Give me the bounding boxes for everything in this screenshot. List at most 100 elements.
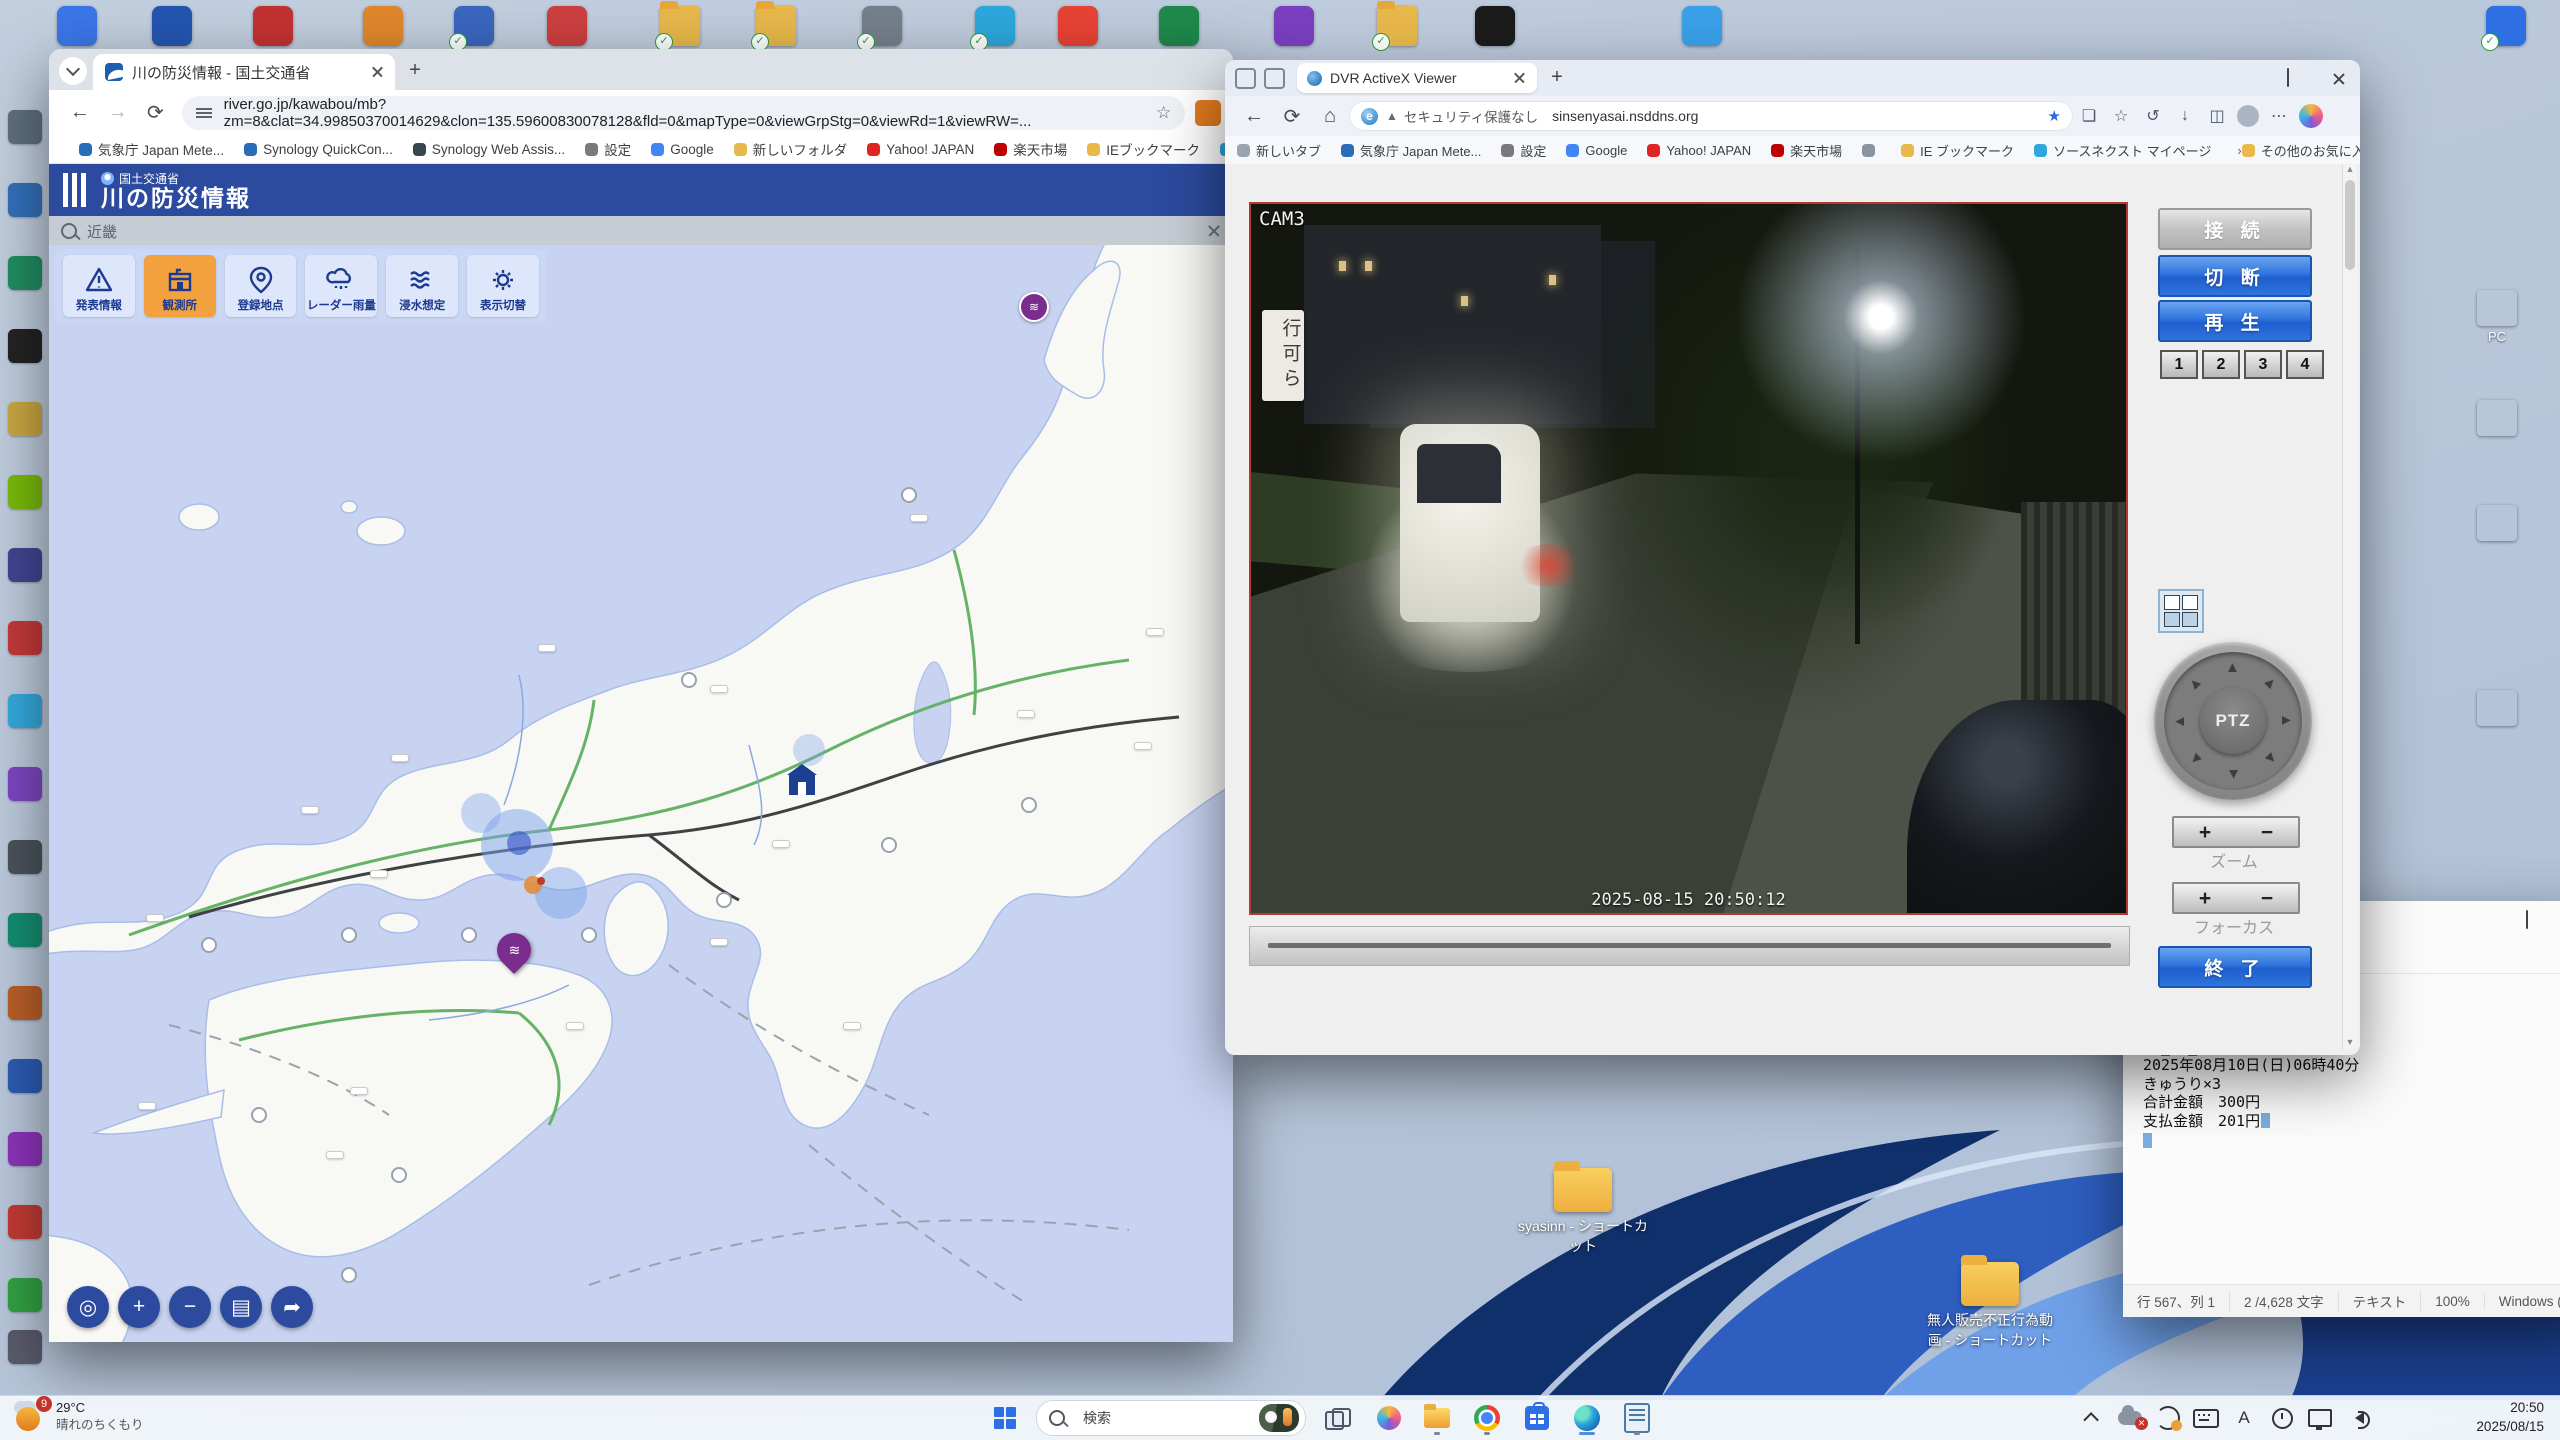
bookmark-item[interactable]: 新しいタブ (1237, 141, 1321, 160)
dvr-tab[interactable]: DVR ActiveX Viewer (1297, 63, 1537, 93)
address-bar[interactable]: river.go.jp/kawabou/mb?zm=8&clat=34.9985… (182, 95, 1186, 130)
nav-observatories-button[interactable]: 観測所 (143, 255, 216, 317)
desktop-icon[interactable] (8, 1059, 42, 1093)
file-explorer-button[interactable] (1418, 1400, 1456, 1436)
desktop-icon[interactable]: ✓ (970, 6, 1015, 51)
river-name-chip[interactable] (301, 806, 319, 814)
river-name-chip[interactable] (910, 514, 928, 522)
tray-overflow-chevron[interactable] (2076, 1400, 2108, 1436)
bookmark-item[interactable]: Synology Web Assis... (412, 139, 565, 159)
bookmark-item[interactable]: Synology QuickCon... (244, 139, 393, 159)
observatory-marker[interactable]: ≋ (1019, 292, 1049, 322)
desktop-icon[interactable]: ✓ (857, 6, 902, 51)
desktop-icon[interactable] (152, 6, 192, 46)
forward-button[interactable]: → (103, 101, 133, 124)
exit-button[interactable]: 終 了 (2158, 946, 2312, 988)
play-button[interactable]: 再 生 (2158, 300, 2312, 342)
extension-icon[interactable] (1195, 99, 1221, 126)
desktop-icon[interactable]: ✓ (1372, 1, 1417, 51)
camera-video[interactable]: 行可ら CAM3 2025-08-15 20:50:12 (1249, 202, 2128, 915)
desktop-icon[interactable] (1159, 6, 1199, 46)
close-button[interactable] (2549, 905, 2560, 935)
river-name-chip[interactable] (370, 870, 388, 878)
ptz-down-arrow[interactable]: ▲ (2226, 766, 2241, 783)
ptz-pad[interactable]: ▲ ▲ ▲ ▲ ▲ ▲ ▲ ▲ PTZ (2154, 642, 2312, 800)
zoom-in-button[interactable]: + (118, 1286, 160, 1328)
desktop-icon[interactable] (8, 621, 42, 655)
river-name-chip[interactable] (391, 754, 409, 762)
zoom-minus-button[interactable]: − (2261, 822, 2273, 843)
bookmark-item[interactable]: 設定 (585, 139, 631, 159)
bookmark-item[interactable]: ソースネクスト マイページ (2034, 141, 2211, 160)
focus-assist-icon[interactable] (2266, 1400, 2298, 1436)
zoom-out-button[interactable]: − (169, 1286, 211, 1328)
reload-button[interactable]: ⟳ (140, 100, 170, 125)
nav-flood-assumption-button[interactable]: 浸水想定 (386, 255, 459, 317)
bookmark-item[interactable]: Yahoo! JAPAN (1647, 141, 1751, 160)
quad-view-button[interactable] (2158, 589, 2204, 633)
desktop-icon[interactable] (8, 767, 42, 801)
river-name-chip[interactable] (843, 1022, 861, 1030)
river-name-chip[interactable] (772, 840, 790, 848)
channel-1-button[interactable]: 1 (2160, 350, 2198, 379)
other-favorites[interactable]: その他のお気に入り (2241, 141, 2360, 160)
river-name-chip[interactable] (710, 938, 728, 946)
river-name-chip[interactable] (1017, 710, 1035, 718)
connect-button[interactable]: 接 続 (2158, 208, 2312, 250)
focus-plus-button[interactable]: + (2199, 888, 2211, 909)
desktop-icon[interactable] (8, 1132, 42, 1166)
new-tab-button[interactable]: + (403, 59, 427, 83)
bookmark-item[interactable]: Yahoo! JAPAN (867, 139, 974, 159)
station-house-marker[interactable] (787, 764, 817, 795)
desktop-icon[interactable] (8, 548, 42, 582)
taskbar-clock[interactable]: 20:50 2025/08/15 (2476, 1399, 2544, 1437)
bookmark-item[interactable]: Google (651, 139, 714, 159)
bookmark-item[interactable]: IEブックマーク (1087, 139, 1200, 159)
maximize-button[interactable] (2266, 63, 2310, 93)
desktop-icon[interactable] (1058, 6, 1098, 46)
river-name-chip[interactable] (538, 644, 556, 652)
weather-widget[interactable]: 9 29°C 晴れのちくもり (14, 1396, 144, 1433)
desktop-icon[interactable] (8, 329, 42, 363)
river-name-chip[interactable] (1134, 742, 1152, 750)
river-map[interactable]: ≋ ≋ 発表情報 観測所 登録地点 レーダー雨量 浸水想定 表示切替 ◎ + −… (49, 245, 1233, 1342)
desktop-icon[interactable]: ✓ (655, 1, 700, 51)
river-name-chip[interactable] (138, 1102, 156, 1110)
desktop-icon[interactable] (2474, 505, 2520, 544)
volume-icon[interactable] (2342, 1400, 2374, 1436)
desktop-icon[interactable] (253, 6, 293, 46)
bookmark-star-filled-icon[interactable]: ★ (2048, 107, 2061, 125)
ptz-center[interactable]: PTZ (2200, 688, 2266, 754)
copilot-button[interactable] (1368, 1400, 1406, 1436)
reload-button[interactable]: ⟳ (1277, 104, 1307, 129)
page-scrollbar[interactable]: ▲ ▼ (2342, 164, 2357, 1049)
desktop-icon[interactable]: ✓ (449, 6, 494, 51)
desktop-icon[interactable] (8, 1278, 42, 1312)
desktop-icon[interactable] (1274, 6, 1314, 46)
locate-button[interactable]: ◎ (67, 1286, 109, 1328)
zoom-plus-button[interactable]: + (2199, 822, 2211, 843)
channel-3-button[interactable]: 3 (2244, 350, 2282, 379)
chrome-button[interactable] (1468, 1400, 1506, 1436)
desktop-icon[interactable] (57, 6, 97, 46)
taskbar-search[interactable]: 検索 (1036, 1400, 1306, 1436)
workspaces-icon[interactable] (1235, 67, 1256, 89)
desktop-icon[interactable] (1682, 6, 1722, 46)
ptz-left-arrow[interactable]: ▲ (2171, 714, 2188, 729)
back-button[interactable]: ← (1239, 105, 1269, 128)
nav-announcements-button[interactable]: 発表情報 (63, 255, 135, 317)
minimize-button[interactable] (2461, 905, 2505, 935)
river-name-chip[interactable] (1146, 628, 1164, 636)
maximize-button[interactable] (2505, 905, 2549, 935)
close-button[interactable] (2310, 63, 2354, 93)
desktop-icon[interactable] (8, 694, 42, 728)
desktop-icon[interactable] (2474, 690, 2520, 729)
desktop-icon[interactable]: ✓ (751, 1, 796, 51)
disconnect-button[interactable]: 切 断 (2158, 255, 2312, 297)
desktop-icon[interactable] (8, 913, 42, 947)
bookmark-item[interactable]: 楽天市場 (1771, 141, 1842, 160)
desktop-icon[interactable] (8, 110, 42, 144)
bookmark-item[interactable]: 気象庁 Japan Mete... (1341, 141, 1481, 160)
bookmark-item[interactable]: 設定 (1501, 141, 1546, 160)
bookmark-item[interactable]: 楽天市場 (994, 139, 1067, 159)
